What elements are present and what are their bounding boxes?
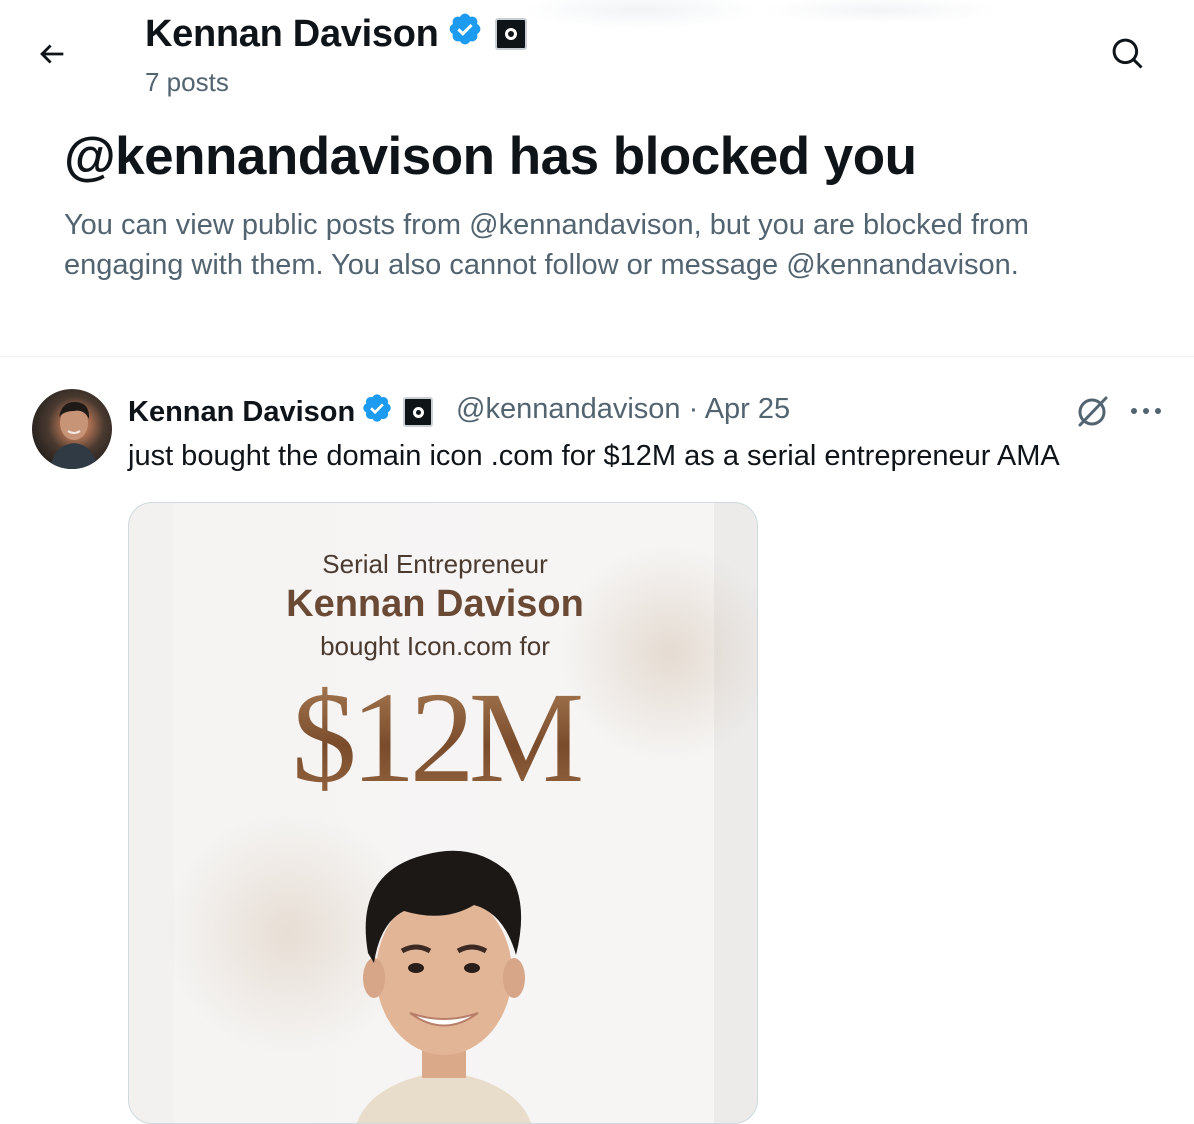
more-dots-icon [1131,408,1161,414]
post-text: just bought the domain icon .com for $12… [128,440,1060,472]
search-button[interactable] [1104,30,1152,78]
media-bought-text: bought Icon.com for [320,631,550,661]
media-name: Kennan Davison [286,583,584,625]
verified-badge-icon [447,11,483,57]
post-handle-date[interactable]: @kennandavison · Apr 25 [456,393,790,426]
arrow-left-icon [40,44,64,64]
post-author[interactable]: Kennan Davison [128,392,434,432]
profile-header-name: Kennan Davison [145,11,527,57]
post-media-image[interactable]: Serial Entrepreneur Kennan Davison bough… [128,502,758,1124]
back-button[interactable] [28,30,76,78]
media-price: $12M [129,663,741,813]
blocked-title: @kennandavison has blocked you [64,127,917,186]
divider [0,356,1194,357]
media-portrait [356,850,532,1123]
post-author-name[interactable]: Kennan Davison [128,396,355,429]
media-subtitle: Serial Entrepreneur [322,549,548,579]
affiliation-badge-icon [494,18,527,50]
grok-icon[interactable] [1073,392,1111,430]
more-options-button[interactable] [1126,392,1166,430]
search-icon [1112,38,1143,69]
author-avatar[interactable] [32,389,112,469]
blocked-description: You can view public posts from @kennanda… [64,209,1029,281]
verified-badge-icon [361,392,393,432]
header-name-text: Kennan Davison [145,12,439,55]
avatar-portrait [50,401,98,469]
affiliation-badge-icon [403,397,434,427]
post-count: 7 posts [145,67,229,97]
